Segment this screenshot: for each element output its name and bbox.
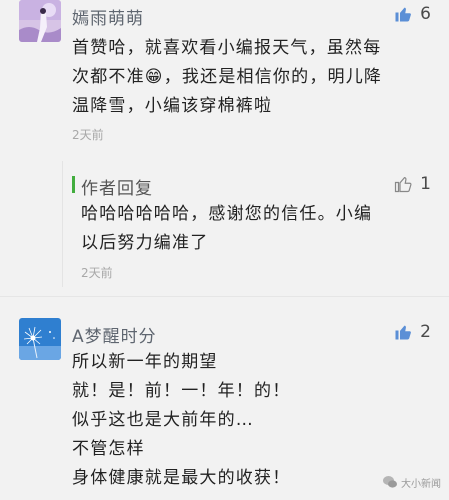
comment-username[interactable]: 嫣雨萌萌 (72, 4, 144, 29)
author-reply-label: 作者回复 (81, 179, 153, 199)
reply-text: 哈哈哈哈哈哈，感谢您的信任。小编 以后努力编准了 (81, 200, 431, 258)
watermark-text: 大小新闻 (401, 478, 441, 490)
comment-line: 次都不准😁，我还是相信你的，明儿降 (72, 67, 383, 87)
like-button[interactable]: 6 (394, 4, 431, 24)
comment-username[interactable]: A梦醒时分 (72, 322, 157, 347)
comment-line: 就！是！前！一！年！的！ (72, 381, 291, 401)
reply-like-count: 1 (420, 174, 431, 194)
reply-line: 哈哈哈哈哈哈，感谢您的信任。小编 (81, 204, 373, 224)
like-count: 6 (420, 4, 431, 24)
comment-line: 温降雪，小编该穿棉裤啦 (72, 96, 273, 116)
avatar[interactable] (19, 318, 61, 360)
comment-text: 首赞哈，就喜欢看小编报天气，虽然每 次都不准😁，我还是相信你的，明儿降 温降雪，… (72, 34, 442, 121)
avatar-image-icon (19, 0, 61, 42)
reply-accent-bar (72, 176, 75, 193)
comment-line: 不管怎样 (72, 439, 145, 459)
avatar-dandelion-icon (19, 318, 61, 360)
like-count: 2 (420, 322, 431, 342)
comment-line: 所以新一年的期望 (72, 352, 218, 372)
like-button[interactable]: 2 (394, 322, 431, 342)
watermark: 大小新闻 (382, 474, 441, 490)
comment-item: A梦醒时分 2 所以新一年的期望 就！是！前！一！年！的！ 似乎这也是大前年的…… (0, 318, 449, 500)
comment-text: 所以新一年的期望 就！是！前！一！年！的！ 似乎这也是大前年的… 不管怎样 身体… (72, 348, 442, 493)
thumbs-up-outline-icon (395, 177, 412, 193)
comment-line: 首赞哈，就喜欢看小编报天气，虽然每 (72, 38, 382, 58)
comment-line: 似乎这也是大前年的… (72, 410, 254, 430)
avatar[interactable] (19, 0, 61, 42)
wechat-icon (383, 476, 397, 488)
comment-divider (0, 296, 449, 297)
thumbs-up-icon (395, 325, 412, 340)
reply-timestamp: 2天前 (81, 266, 113, 280)
reply-like-button[interactable]: 1 (394, 174, 431, 194)
comment-timestamp: 2天前 (72, 128, 104, 142)
comment-item: 嫣雨萌萌 6 首赞哈，就喜欢看小编报天气，虽然每 次都不准😁，我还是相信你的，明… (0, 0, 449, 296)
reply-line: 以后努力编准了 (81, 233, 209, 253)
thumbs-up-icon (395, 7, 412, 22)
